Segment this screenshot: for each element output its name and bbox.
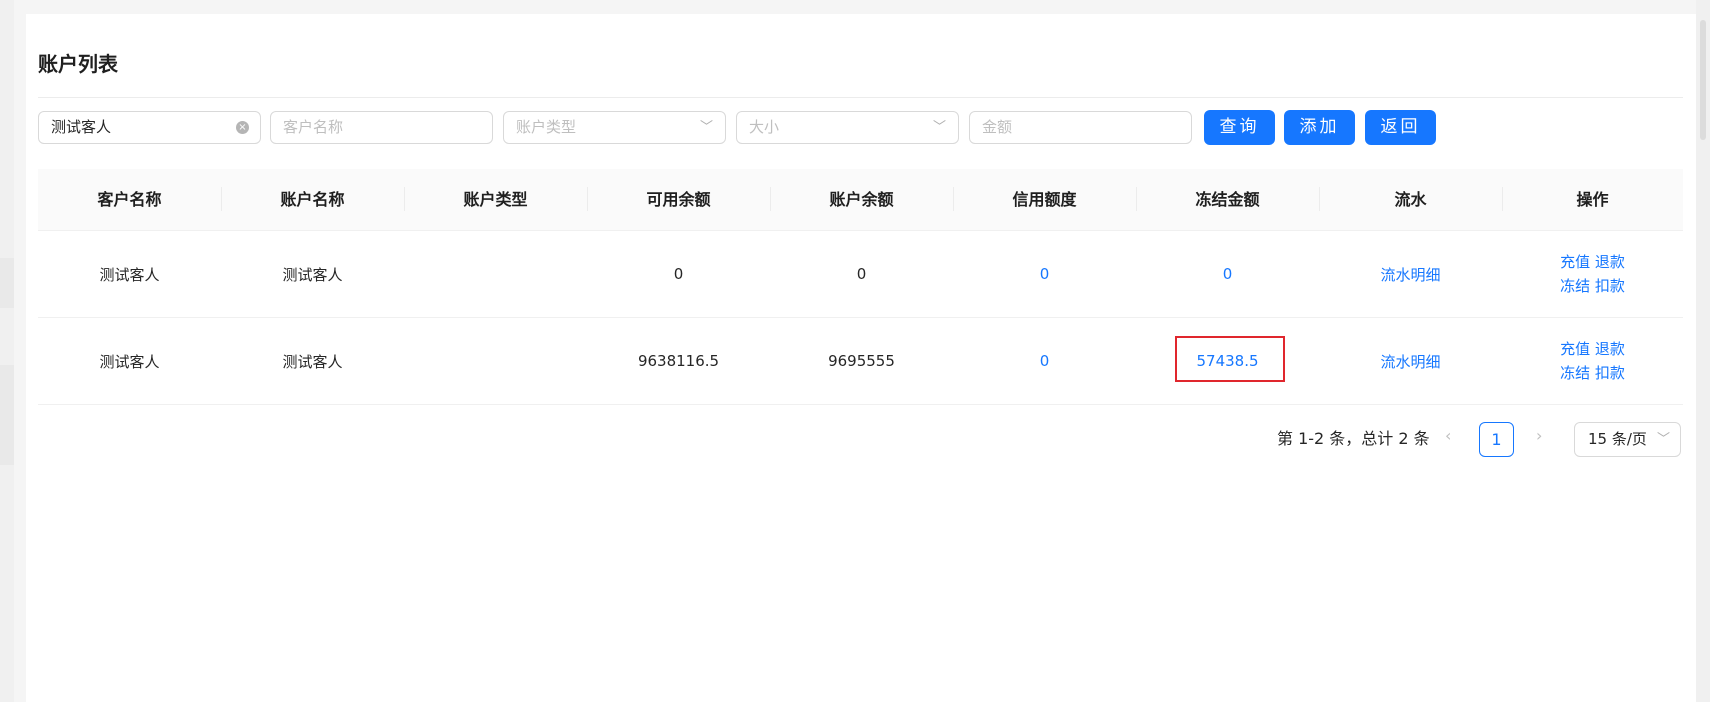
column-header-frozen: 冻结金额 [1195,190,1260,209]
account-list-card: 账户列表 测试客人 × 客户名称 账户类型 ﹀ 大小 ﹀ 金额 查询 添加 返回… [26,14,1696,702]
cell-account: 测试客人 [282,265,343,284]
query-button[interactable]: 查询 [1204,110,1275,145]
cell-type [404,318,587,404]
credit-link[interactable]: 0 [953,231,1136,317]
column-header-available: 可用余额 [646,190,711,209]
column-header-balance: 账户余额 [829,190,894,209]
recharge-link[interactable]: 充值 [1560,340,1590,358]
left-sidebar-edge [0,0,14,702]
deduct-link[interactable]: 扣款 [1595,277,1625,295]
action-links: 充值 退款 冻结 扣款 [1560,337,1625,385]
cell-balance: 9695555 [828,352,895,370]
back-button[interactable]: 返回 [1365,110,1436,145]
scrollbar-track[interactable] [1696,0,1710,702]
add-button[interactable]: 添加 [1284,110,1355,145]
account-type-select[interactable]: 账户类型 ﹀ [503,111,726,144]
page-size-select[interactable]: 15 条/页 ﹀ [1574,422,1681,457]
freeze-link[interactable]: 冻结 [1560,364,1590,382]
amount-placeholder: 金额 [982,118,1013,136]
customer-name-input[interactable]: 客户名称 [270,111,493,144]
flow-detail-link[interactable]: 流水明细 [1319,231,1502,317]
page-size-value: 15 条/页 [1588,430,1647,448]
cell-balance: 0 [856,265,867,283]
customer-select-value: 测试客人 [51,118,112,136]
size-placeholder: 大小 [749,118,780,136]
highlight-box [1175,336,1285,382]
prev-page-icon[interactable]: ‹ [1445,426,1451,445]
cell-actions: 充值 退款 冻结 扣款 [1502,231,1683,317]
flow-detail-link[interactable]: 流水明细 [1319,318,1502,404]
table-row: 测试客人 测试客人 0 0 0 0 流水明细 充值 退款 冻结 扣款 [38,231,1683,318]
customer-select[interactable]: 测试客人 × [38,111,261,144]
page-1-button[interactable]: 1 [1479,422,1514,457]
size-select[interactable]: 大小 ﹀ [736,111,959,144]
amount-input[interactable]: 金额 [969,111,1192,144]
column-header-actions: 操作 [1576,190,1609,209]
sidebar-block [0,365,14,465]
account-type-placeholder: 账户类型 [516,118,577,136]
frozen-amount-link[interactable]: 0 [1136,231,1319,317]
chevron-down-icon: ﹀ [932,120,946,135]
cell-available: 9638116.5 [637,352,720,370]
scrollbar-thumb[interactable] [1700,20,1706,140]
column-header-customer: 客户名称 [97,190,162,209]
refund-link[interactable]: 退款 [1595,253,1625,271]
column-header-account: 账户名称 [280,190,345,209]
credit-link[interactable]: 0 [953,318,1136,404]
column-header-type: 账户类型 [463,190,528,209]
chevron-down-icon: ﹀ [1656,432,1670,447]
action-links: 充值 退款 冻结 扣款 [1560,250,1625,298]
cell-customer: 测试客人 [99,265,160,284]
next-page-icon[interactable]: › [1536,426,1542,445]
table-header: 客户名称 账户名称 账户类型 可用余额 账户余额 信用额度 冻结金额 流水 操作 [38,169,1683,231]
deduct-link[interactable]: 扣款 [1595,364,1625,382]
cell-customer: 测试客人 [99,352,160,371]
sidebar-block [0,258,14,308]
column-header-credit: 信用额度 [1012,190,1077,209]
freeze-link[interactable]: 冻结 [1560,277,1590,295]
cell-account: 测试客人 [282,352,343,371]
cell-type [404,231,587,317]
column-header-flow: 流水 [1394,190,1427,209]
customer-name-placeholder: 客户名称 [283,118,344,136]
cell-available: 0 [673,265,684,283]
clear-icon[interactable]: × [236,121,249,134]
pagination-summary: 第 1-2 条，总计 2 条 [1277,429,1430,448]
title-divider [38,97,1683,98]
page-title: 账户列表 [38,52,118,76]
chevron-down-icon: ﹀ [699,120,713,135]
recharge-link[interactable]: 充值 [1560,253,1590,271]
cell-actions: 充值 退款 冻结 扣款 [1502,318,1683,404]
table-row: 测试客人 测试客人 9638116.5 9695555 0 57438.5 流水… [38,318,1683,405]
refund-link[interactable]: 退款 [1595,340,1625,358]
